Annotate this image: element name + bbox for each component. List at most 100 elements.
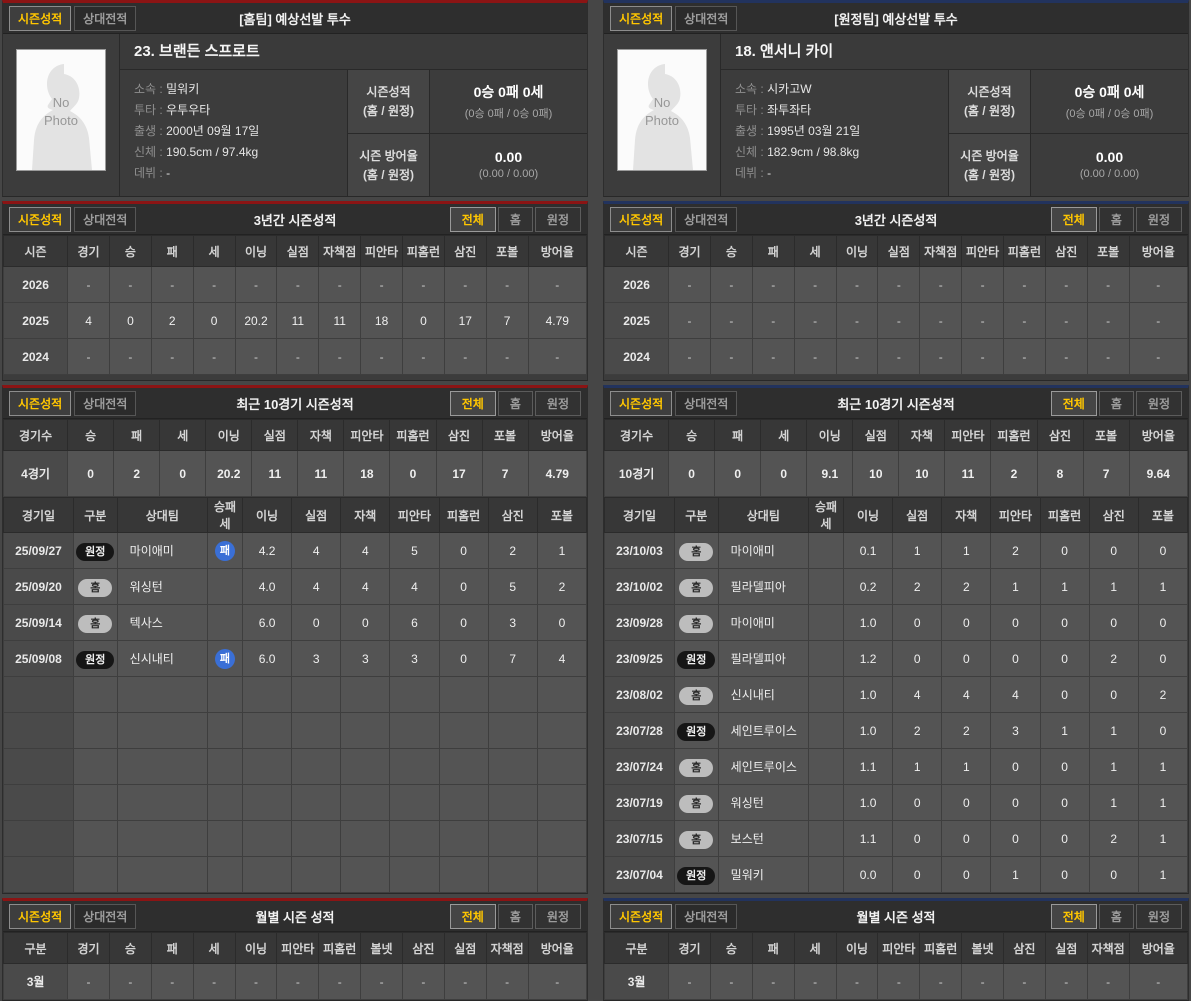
summary-label-line2: (홈 / 원정): [362, 167, 415, 182]
stat-cell: 1.0: [842, 604, 894, 641]
filter-group: 전체 홈 원정: [449, 903, 581, 929]
stat-cell: -: [961, 963, 1004, 1000]
tab-head-to-head[interactable]: 상대전적: [74, 390, 137, 416]
filter-all[interactable]: 전체: [449, 390, 496, 416]
stat-cell: 2: [941, 568, 992, 605]
column-header: 포볼: [481, 419, 529, 451]
column-header: 실점: [443, 932, 487, 964]
column-header: 구분: [673, 497, 719, 533]
stat-cell: 11: [318, 302, 362, 339]
stat-cell: -: [1044, 338, 1088, 375]
game-date-cell: 25/09/20: [3, 568, 74, 605]
stat-cell: 0: [438, 532, 489, 569]
stat-cell: 0.2: [842, 568, 894, 605]
filter-home[interactable]: 홈: [1098, 206, 1134, 232]
stat-cell: 6.0: [241, 640, 293, 677]
detail-value: 182.9cm / 98.8kg: [767, 145, 860, 159]
venue-cell: 홈: [673, 532, 719, 569]
result-cell: [808, 712, 844, 749]
stat-cell: 1: [990, 856, 1041, 893]
column-header: 피안타: [990, 497, 1041, 533]
filter-away[interactable]: 원정: [1135, 206, 1182, 232]
filter-away[interactable]: 원정: [534, 206, 581, 232]
tab-season-stats[interactable]: 시즌성적: [9, 390, 72, 416]
filter-away[interactable]: 원정: [534, 390, 581, 416]
stat-cell: 0.1: [842, 532, 894, 569]
opponent-name-cell: 텍사스: [116, 604, 209, 641]
stat-cell: 0: [990, 640, 1041, 677]
tab-head-to-head[interactable]: 상대전적: [675, 5, 738, 31]
stat-cell: -: [527, 963, 588, 1000]
filter-all[interactable]: 전체: [449, 903, 496, 929]
player-photo-area: No Photo: [3, 34, 120, 196]
column-header: 볼넷: [961, 932, 1004, 964]
section-header: 시즌성적 상대전적 최근 10경기 시즌성적 전체 홈 원정: [604, 388, 1188, 419]
filter-all[interactable]: 전체: [1050, 390, 1097, 416]
filter-home[interactable]: 홈: [497, 903, 533, 929]
stat-cell: -: [67, 963, 110, 1000]
filter-home[interactable]: 홈: [1098, 903, 1134, 929]
empty-game-log-row: [3, 712, 588, 749]
column-header: 이닝: [205, 419, 253, 451]
filter-away[interactable]: 원정: [1135, 903, 1182, 929]
opponent-name-cell: 세인트루이스: [717, 712, 810, 749]
empty-game-log-row: [3, 676, 588, 713]
tab-head-to-head[interactable]: 상대전적: [675, 206, 738, 232]
stat-cell: 0: [389, 450, 437, 497]
table-row: 2025- - - - - - - - - - - -: [603, 302, 1189, 339]
filter-away[interactable]: 원정: [1135, 390, 1182, 416]
filter-away[interactable]: 원정: [534, 903, 581, 929]
venue-cell: 원정: [72, 532, 118, 569]
tab-season-stats[interactable]: 시즌성적: [9, 5, 72, 31]
tab-season-stats[interactable]: 시즌성적: [9, 903, 72, 929]
venue-badge: 홈: [679, 578, 714, 597]
result-cell: [808, 856, 844, 893]
filter-home[interactable]: 홈: [497, 206, 533, 232]
stat-cell: 3: [487, 604, 538, 641]
column-header: 포볼: [1137, 497, 1189, 533]
column-header: 방어율: [1128, 419, 1189, 451]
stat-cell: -: [793, 338, 837, 375]
column-header: 실점: [1044, 932, 1088, 964]
empty-cell: [207, 712, 243, 749]
tab-season-stats[interactable]: 시즌성적: [610, 390, 673, 416]
filter-all[interactable]: 전체: [1050, 903, 1097, 929]
stat-cell: -: [1044, 302, 1088, 339]
stat-cell: -: [150, 266, 194, 303]
result-cell: [207, 604, 243, 641]
stat-cell: 4: [67, 302, 110, 339]
stat-cell: 2: [150, 302, 194, 339]
tab-head-to-head[interactable]: 상대전적: [74, 5, 137, 31]
tab-group: 시즌성적 상대전적: [610, 206, 738, 232]
tab-season-stats[interactable]: 시즌성적: [610, 5, 673, 31]
tab-head-to-head[interactable]: 상대전적: [675, 390, 738, 416]
tab-season-stats[interactable]: 시즌성적: [9, 206, 72, 232]
column-header: 경기일: [3, 497, 74, 533]
stat-cell: 4: [941, 676, 992, 713]
tab-head-to-head[interactable]: 상대전적: [74, 206, 137, 232]
monthly-table: 구분 경기 승 패 세 이닝 피안타 피홈런 볼넷 삼진 실점 자책점 방어율 3월 - - - - - - - - - - -…: [603, 932, 1189, 1000]
column-header: 피홈런: [389, 419, 437, 451]
table-header-row: 경기일 구분 상대팀 승패세 이닝 실점 자책 피안타 피홈런 삼진 포볼: [3, 497, 588, 533]
empty-cell: [116, 712, 209, 749]
game-date-cell: 23/08/02: [604, 676, 675, 713]
tab-season-stats[interactable]: 시즌성적: [610, 206, 673, 232]
column-header: 방어율: [527, 235, 588, 267]
filter-home[interactable]: 홈: [1098, 390, 1134, 416]
filter-all[interactable]: 전체: [449, 206, 496, 232]
empty-cell: [291, 712, 342, 749]
column-header: 상대팀: [116, 497, 209, 533]
player-detail-line: 출생2000년 09월 17일: [134, 121, 333, 142]
tab-head-to-head[interactable]: 상대전적: [74, 903, 137, 929]
detail-value: 시카고W: [767, 82, 812, 96]
player-name: 18. 앤서니 카이: [721, 34, 1188, 70]
tab-head-to-head[interactable]: 상대전적: [675, 903, 738, 929]
stat-cell: 7: [485, 302, 529, 339]
stat-cell: 1.0: [842, 676, 894, 713]
filter-home[interactable]: 홈: [497, 390, 533, 416]
tab-season-stats[interactable]: 시즌성적: [610, 903, 673, 929]
stat-cell: 1: [1137, 820, 1189, 857]
filter-all[interactable]: 전체: [1050, 206, 1097, 232]
opponent-name-cell: 밀워키: [717, 856, 810, 893]
stat-cell: -: [793, 963, 837, 1000]
